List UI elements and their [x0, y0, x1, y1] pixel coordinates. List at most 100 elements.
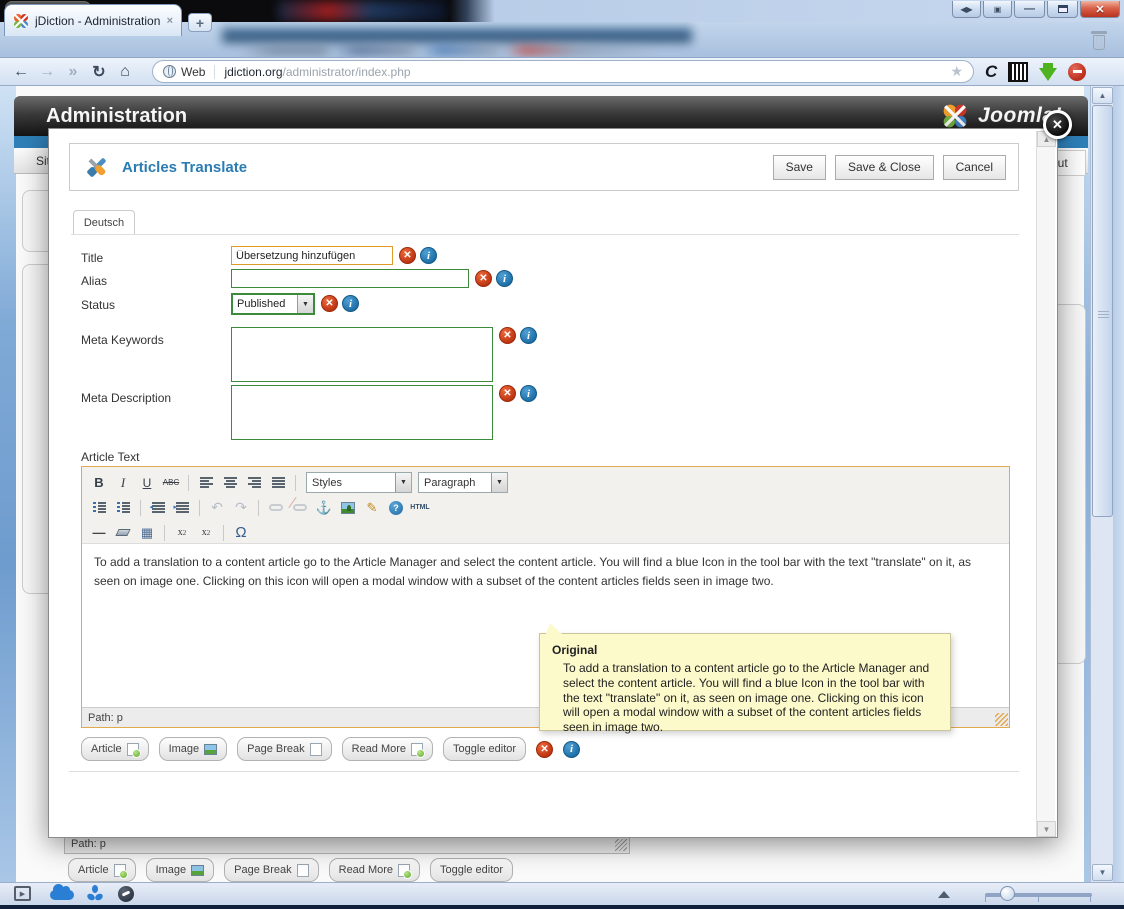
modal-close-button[interactable]: ✕ — [1043, 110, 1072, 139]
format-select[interactable]: Paragraph ▼ — [418, 472, 508, 493]
toggle-editor-button[interactable]: Toggle editor — [430, 858, 513, 882]
meta-keywords-textarea[interactable] — [231, 327, 493, 382]
html-source-icon[interactable]: HTML — [409, 498, 431, 518]
home-button[interactable]: ⌂ — [112, 63, 138, 81]
bookmark-star-icon[interactable]: ★ — [950, 63, 963, 80]
unlink-icon[interactable] — [289, 498, 311, 518]
undo-icon[interactable]: ↶ — [206, 498, 228, 518]
toggle-editor-button[interactable]: Toggle editor — [443, 737, 526, 761]
back-button[interactable]: ← — [8, 63, 34, 81]
save-close-button[interactable]: Save & Close — [835, 155, 934, 180]
outdent-icon[interactable] — [147, 498, 169, 518]
window-tile-button[interactable]: ◀▶ — [952, 1, 981, 18]
zoom-expand-icon[interactable] — [938, 891, 950, 898]
bullet-list-icon[interactable] — [88, 498, 110, 518]
chevron-down-icon[interactable]: ▼ — [297, 295, 313, 313]
superscript-icon[interactable]: x2 — [195, 523, 217, 543]
tab-close-icon[interactable]: × — [167, 15, 173, 27]
article-button[interactable]: Article — [68, 858, 136, 882]
info-icon[interactable]: i — [520, 327, 537, 344]
numbered-list-icon[interactable] — [112, 498, 134, 518]
minimize-button[interactable]: — — [1014, 1, 1045, 18]
remove-format-icon[interactable] — [112, 523, 134, 543]
modal-scrollbar[interactable]: ▲ ▼ — [1036, 131, 1055, 837]
browser-scrollbar[interactable]: ▲ ▼ — [1090, 86, 1113, 882]
content-block-icon[interactable] — [1068, 63, 1086, 81]
indent-icon[interactable] — [171, 498, 193, 518]
article-button[interactable]: Article — [81, 737, 149, 761]
clear-field-icon[interactable]: ✕ — [499, 327, 516, 344]
underline-icon[interactable]: U — [136, 473, 158, 493]
new-tab-button[interactable]: + — [188, 13, 212, 32]
align-justify-icon[interactable] — [267, 473, 289, 493]
meta-description-textarea[interactable] — [231, 385, 493, 440]
scroll-up-icon[interactable]: ▲ — [1092, 87, 1113, 104]
align-center-icon[interactable] — [219, 473, 241, 493]
redo-icon[interactable]: ↷ — [230, 498, 252, 518]
image-button[interactable]: Image — [146, 858, 215, 882]
info-icon[interactable]: i — [420, 247, 437, 264]
web-badge[interactable]: Web — [163, 65, 215, 79]
help-icon[interactable]: ? — [385, 498, 407, 518]
image-button[interactable]: Image — [159, 737, 228, 761]
tab-deutsch[interactable]: Deutsch — [73, 210, 135, 235]
info-icon[interactable]: i — [342, 295, 359, 312]
insert-image-icon[interactable] — [337, 498, 359, 518]
closed-tabs-trash-icon[interactable] — [1090, 31, 1108, 51]
download-arrow-icon[interactable] — [1039, 68, 1057, 81]
clear-field-icon[interactable]: ✕ — [536, 741, 553, 758]
scrollbar-thumb[interactable] — [1092, 105, 1113, 517]
pagebreak-button[interactable]: Page Break — [237, 737, 331, 761]
extension-qr-icon[interactable] — [1008, 62, 1028, 82]
pagebreak-button[interactable]: Page Break — [224, 858, 318, 882]
forward-button[interactable]: → — [34, 63, 60, 81]
resize-handle-icon[interactable] — [995, 713, 1008, 726]
scroll-down-icon[interactable]: ▼ — [1092, 864, 1113, 881]
bold-icon[interactable]: B — [88, 473, 110, 493]
info-icon[interactable]: i — [563, 741, 580, 758]
alias-input[interactable] — [231, 269, 469, 288]
info-icon[interactable]: i — [520, 385, 537, 402]
browser-tab[interactable]: jDiction - Administration × — [4, 4, 182, 36]
clear-field-icon[interactable]: ✕ — [475, 270, 492, 287]
chevron-down-icon[interactable]: ▼ — [395, 473, 411, 492]
italic-icon[interactable]: I — [112, 473, 134, 493]
opera-link-cloud-icon[interactable] — [50, 890, 74, 900]
chevron-down-icon[interactable]: ▼ — [491, 473, 507, 492]
panels-toggle-icon[interactable]: ▶ — [14, 886, 31, 901]
strikethrough-icon[interactable]: ABC — [160, 473, 182, 493]
cancel-button[interactable]: Cancel — [943, 155, 1006, 180]
readmore-button[interactable]: Read More — [329, 858, 420, 882]
clear-field-icon[interactable]: ✕ — [321, 295, 338, 312]
save-button[interactable]: Save — [773, 155, 826, 180]
special-char-icon[interactable]: Ω — [230, 523, 252, 543]
opera-turbo-icon[interactable] — [118, 886, 134, 902]
resize-handle-icon[interactable] — [615, 839, 627, 851]
zoom-slider-thumb[interactable] — [1000, 886, 1015, 901]
anchor-icon[interactable]: ⚓ — [313, 498, 335, 518]
info-icon[interactable]: i — [496, 270, 513, 287]
clear-field-icon[interactable]: ✕ — [399, 247, 416, 264]
status-select[interactable]: Published ▼ — [231, 293, 315, 315]
clear-field-icon[interactable]: ✕ — [499, 385, 516, 402]
maximize-button[interactable] — [1047, 1, 1078, 18]
styles-select[interactable]: Styles ▼ — [306, 472, 412, 493]
opera-unite-icon[interactable] — [86, 885, 104, 903]
readmore-button[interactable]: Read More — [342, 737, 433, 761]
horizontal-rule-icon[interactable]: — — [88, 523, 110, 543]
link-icon[interactable] — [265, 498, 287, 518]
opera-turbo-icon[interactable]: C — [985, 62, 997, 82]
insert-table-icon[interactable]: ▦ — [136, 523, 158, 543]
cleanup-icon[interactable]: ✎ — [361, 498, 383, 518]
fast-forward-button[interactable]: » — [60, 63, 86, 81]
reload-button[interactable]: ↻ — [86, 62, 112, 82]
title-input[interactable] — [231, 246, 393, 265]
url-field[interactable]: Web jdiction.org/administrator/index.php… — [152, 60, 974, 83]
subscript-icon[interactable]: x2 — [171, 523, 193, 543]
close-window-button[interactable]: ✕ — [1080, 1, 1120, 18]
window-panel-button[interactable]: ▣ — [983, 1, 1012, 18]
align-right-icon[interactable] — [243, 473, 265, 493]
url-text[interactable]: jdiction.org/administrator/index.php — [224, 65, 950, 79]
align-left-icon[interactable] — [195, 473, 217, 493]
scroll-down-icon[interactable]: ▼ — [1037, 821, 1056, 837]
